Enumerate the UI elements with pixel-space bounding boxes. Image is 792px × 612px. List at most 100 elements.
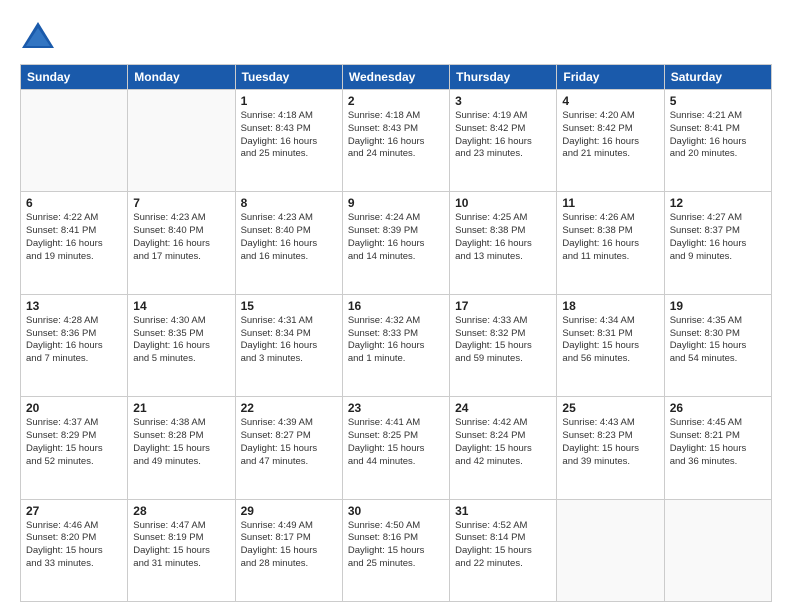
day-info: Sunrise: 4:24 AM Sunset: 8:39 PM Dayligh… <box>348 212 444 263</box>
calendar-cell <box>128 90 235 192</box>
calendar-week-0: 1Sunrise: 4:18 AM Sunset: 8:43 PM Daylig… <box>21 90 772 192</box>
calendar-header-thursday: Thursday <box>450 65 557 90</box>
day-number: 23 <box>348 401 444 415</box>
day-info: Sunrise: 4:25 AM Sunset: 8:38 PM Dayligh… <box>455 212 551 263</box>
day-number: 24 <box>455 401 551 415</box>
day-number: 30 <box>348 504 444 518</box>
day-info: Sunrise: 4:26 AM Sunset: 8:38 PM Dayligh… <box>562 212 658 263</box>
day-number: 21 <box>133 401 229 415</box>
day-info: Sunrise: 4:45 AM Sunset: 8:21 PM Dayligh… <box>670 417 766 468</box>
day-info: Sunrise: 4:41 AM Sunset: 8:25 PM Dayligh… <box>348 417 444 468</box>
day-info: Sunrise: 4:35 AM Sunset: 8:30 PM Dayligh… <box>670 315 766 366</box>
calendar-cell: 3 Sunrise: 4:19 AM Sunset: 8:42 PM Daylig… <box>450 90 557 192</box>
calendar-cell: 18 Sunrise: 4:34 AM Sunset: 8:31 PM Dayli… <box>557 294 664 396</box>
day-number: 6 <box>26 196 122 210</box>
logo-icon <box>20 18 56 54</box>
calendar-cell: 2 Sunrise: 4:18 AM Sunset: 8:43 PM Daylig… <box>342 90 449 192</box>
day-number: 20 <box>26 401 122 415</box>
day-info: Sunrise: 4:50 AM Sunset: 8:16 PM Dayligh… <box>348 520 444 571</box>
day-number: 28 <box>133 504 229 518</box>
day-number: 11 <box>562 196 658 210</box>
day-number: 13 <box>26 299 122 313</box>
day-info: Sunrise: 4:32 AM Sunset: 8:33 PM Dayligh… <box>348 315 444 366</box>
calendar-cell: 4 Sunrise: 4:20 AM Sunset: 8:42 PM Daylig… <box>557 90 664 192</box>
logo <box>20 18 60 54</box>
day-info: Sunrise: 4:42 AM Sunset: 8:24 PM Dayligh… <box>455 417 551 468</box>
day-number: 4 <box>562 94 658 108</box>
day-number: 10 <box>455 196 551 210</box>
day-number: 3 <box>455 94 551 108</box>
calendar-header-tuesday: Tuesday <box>235 65 342 90</box>
day-info: Sunrise: 4:37 AM Sunset: 8:29 PM Dayligh… <box>26 417 122 468</box>
calendar-cell <box>557 499 664 601</box>
day-number: 25 <box>562 401 658 415</box>
calendar-cell: 19Sunrise: 4:35 AM Sunset: 8:30 PM Dayli… <box>664 294 771 396</box>
day-info: Sunrise: 4:22 AM Sunset: 8:41 PM Dayligh… <box>26 212 122 263</box>
calendar-cell: 9 Sunrise: 4:24 AM Sunset: 8:39 PM Daylig… <box>342 192 449 294</box>
day-number: 16 <box>348 299 444 313</box>
day-number: 15 <box>241 299 337 313</box>
calendar-cell: 17 Sunrise: 4:33 AM Sunset: 8:32 PM Dayli… <box>450 294 557 396</box>
day-number: 7 <box>133 196 229 210</box>
calendar-cell: 28Sunrise: 4:47 AM Sunset: 8:19 PM Dayli… <box>128 499 235 601</box>
calendar-cell: 16 Sunrise: 4:32 AM Sunset: 8:33 PM Dayli… <box>342 294 449 396</box>
day-number: 26 <box>670 401 766 415</box>
calendar-week-1: 6 Sunrise: 4:22 AM Sunset: 8:41 PM Daylig… <box>21 192 772 294</box>
day-number: 5 <box>670 94 766 108</box>
calendar-cell: 26 Sunrise: 4:45 AM Sunset: 8:21 PM Dayli… <box>664 397 771 499</box>
day-info: Sunrise: 4:30 AM Sunset: 8:35 PM Dayligh… <box>133 315 229 366</box>
day-number: 27 <box>26 504 122 518</box>
day-number: 2 <box>348 94 444 108</box>
day-info: Sunrise: 4:34 AM Sunset: 8:31 PM Dayligh… <box>562 315 658 366</box>
calendar-table: SundayMondayTuesdayWednesdayThursdayFrid… <box>20 64 772 602</box>
calendar-cell: 6 Sunrise: 4:22 AM Sunset: 8:41 PM Daylig… <box>21 192 128 294</box>
day-info: Sunrise: 4:20 AM Sunset: 8:42 PM Dayligh… <box>562 110 658 161</box>
calendar-cell: 21 Sunrise: 4:38 AM Sunset: 8:28 PM Dayli… <box>128 397 235 499</box>
day-info: Sunrise: 4:43 AM Sunset: 8:23 PM Dayligh… <box>562 417 658 468</box>
calendar-week-3: 20 Sunrise: 4:37 AM Sunset: 8:29 PM Dayli… <box>21 397 772 499</box>
day-info: Sunrise: 4:19 AM Sunset: 8:42 PM Dayligh… <box>455 110 551 161</box>
day-info: Sunrise: 4:39 AM Sunset: 8:27 PM Dayligh… <box>241 417 337 468</box>
calendar-cell: 1Sunrise: 4:18 AM Sunset: 8:43 PM Daylig… <box>235 90 342 192</box>
day-number: 14 <box>133 299 229 313</box>
calendar-header-sunday: Sunday <box>21 65 128 90</box>
day-number: 22 <box>241 401 337 415</box>
day-info: Sunrise: 4:31 AM Sunset: 8:34 PM Dayligh… <box>241 315 337 366</box>
calendar-cell: 7 Sunrise: 4:23 AM Sunset: 8:40 PM Daylig… <box>128 192 235 294</box>
day-info: Sunrise: 4:33 AM Sunset: 8:32 PM Dayligh… <box>455 315 551 366</box>
calendar-cell: 31 Sunrise: 4:52 AM Sunset: 8:14 PM Dayli… <box>450 499 557 601</box>
calendar-cell <box>664 499 771 601</box>
calendar-cell: 20 Sunrise: 4:37 AM Sunset: 8:29 PM Dayli… <box>21 397 128 499</box>
calendar-header-saturday: Saturday <box>664 65 771 90</box>
day-number: 29 <box>241 504 337 518</box>
day-number: 8 <box>241 196 337 210</box>
calendar-cell: 8Sunrise: 4:23 AM Sunset: 8:40 PM Daylig… <box>235 192 342 294</box>
calendar-cell: 13Sunrise: 4:28 AM Sunset: 8:36 PM Dayli… <box>21 294 128 396</box>
calendar-header-wednesday: Wednesday <box>342 65 449 90</box>
day-number: 9 <box>348 196 444 210</box>
day-info: Sunrise: 4:21 AM Sunset: 8:41 PM Dayligh… <box>670 110 766 161</box>
calendar-cell: 30 Sunrise: 4:50 AM Sunset: 8:16 PM Dayli… <box>342 499 449 601</box>
calendar-week-4: 27Sunrise: 4:46 AM Sunset: 8:20 PM Dayli… <box>21 499 772 601</box>
calendar-cell: 10 Sunrise: 4:25 AM Sunset: 8:38 PM Dayli… <box>450 192 557 294</box>
day-info: Sunrise: 4:49 AM Sunset: 8:17 PM Dayligh… <box>241 520 337 571</box>
day-number: 17 <box>455 299 551 313</box>
calendar-cell: 24 Sunrise: 4:42 AM Sunset: 8:24 PM Dayli… <box>450 397 557 499</box>
day-info: Sunrise: 4:38 AM Sunset: 8:28 PM Dayligh… <box>133 417 229 468</box>
calendar-header-monday: Monday <box>128 65 235 90</box>
day-info: Sunrise: 4:18 AM Sunset: 8:43 PM Dayligh… <box>348 110 444 161</box>
calendar-cell: 25 Sunrise: 4:43 AM Sunset: 8:23 PM Dayli… <box>557 397 664 499</box>
calendar-cell: 15 Sunrise: 4:31 AM Sunset: 8:34 PM Dayli… <box>235 294 342 396</box>
calendar-cell: 14 Sunrise: 4:30 AM Sunset: 8:35 PM Dayli… <box>128 294 235 396</box>
calendar-cell: 23 Sunrise: 4:41 AM Sunset: 8:25 PM Dayli… <box>342 397 449 499</box>
calendar-cell: 12Sunrise: 4:27 AM Sunset: 8:37 PM Dayli… <box>664 192 771 294</box>
calendar-week-2: 13Sunrise: 4:28 AM Sunset: 8:36 PM Dayli… <box>21 294 772 396</box>
calendar-header-friday: Friday <box>557 65 664 90</box>
day-info: Sunrise: 4:27 AM Sunset: 8:37 PM Dayligh… <box>670 212 766 263</box>
day-info: Sunrise: 4:18 AM Sunset: 8:43 PM Dayligh… <box>241 110 337 161</box>
calendar-cell: 29 Sunrise: 4:49 AM Sunset: 8:17 PM Dayli… <box>235 499 342 601</box>
day-number: 31 <box>455 504 551 518</box>
day-info: Sunrise: 4:23 AM Sunset: 8:40 PM Dayligh… <box>133 212 229 263</box>
day-info: Sunrise: 4:52 AM Sunset: 8:14 PM Dayligh… <box>455 520 551 571</box>
day-number: 18 <box>562 299 658 313</box>
